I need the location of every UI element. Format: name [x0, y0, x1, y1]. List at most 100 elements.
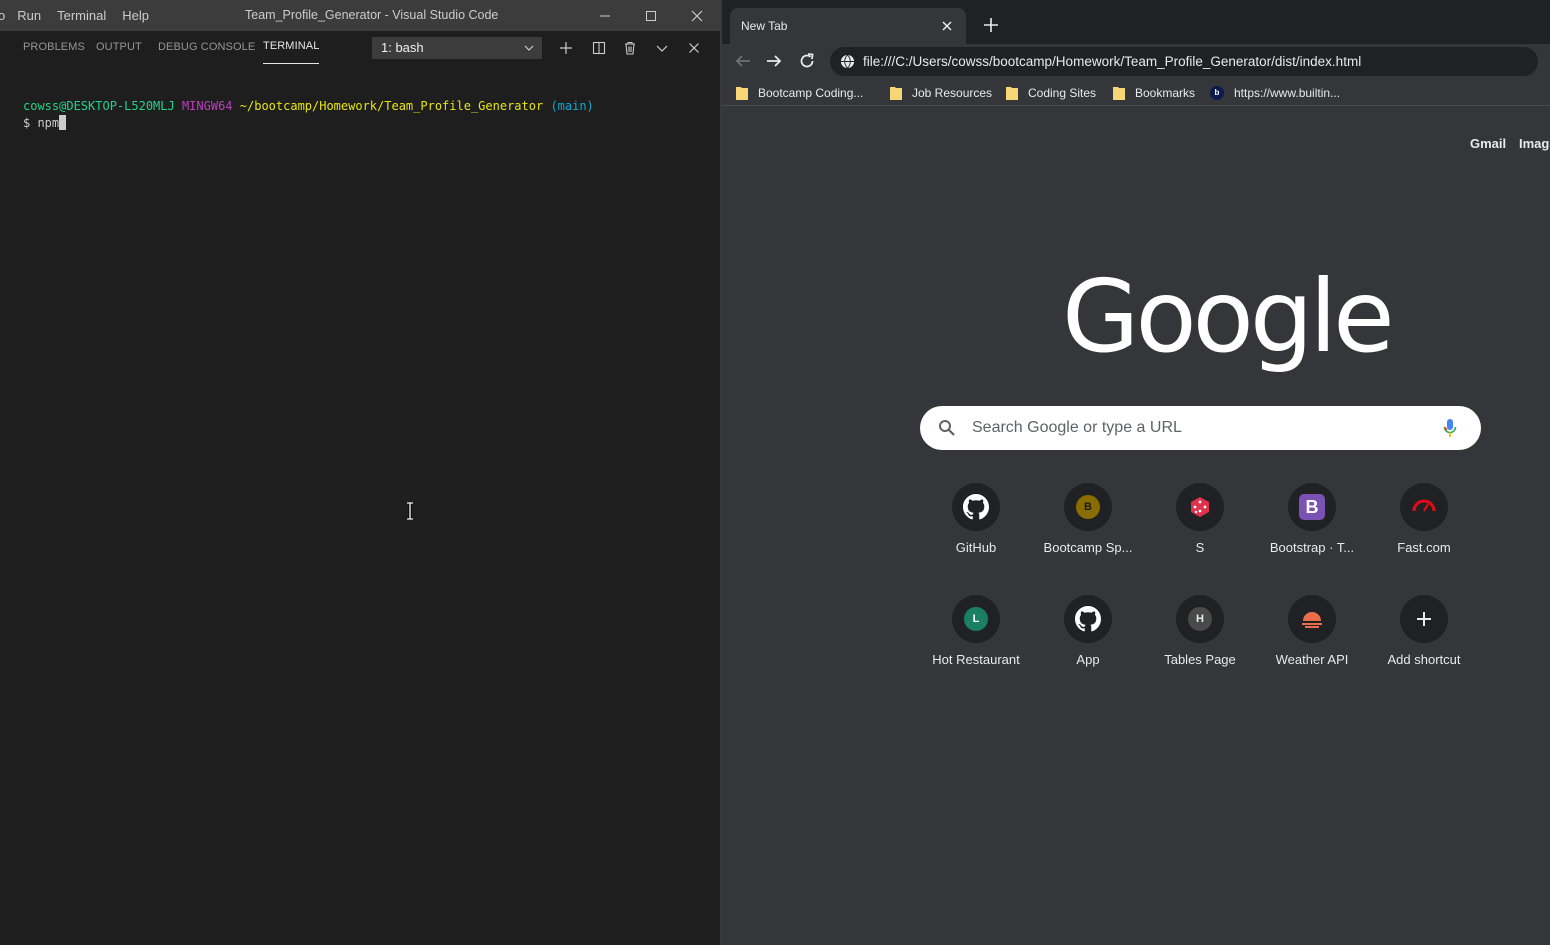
shortcut-label: GitHub — [955, 540, 997, 555]
close-panel-button[interactable] — [683, 37, 705, 59]
bookmark-label: https://www.builtin... — [1234, 86, 1341, 100]
bookmarks-bar: Bootcamp Coding... Job Resources Coding … — [722, 80, 1550, 106]
chevron-down-icon — [656, 45, 668, 52]
split-terminal-button[interactable] — [588, 37, 610, 59]
browser-toolbar: file:///C:/Users/cowss/bootcamp/Homework… — [722, 44, 1550, 78]
shortcut-icon-circle — [1176, 483, 1224, 531]
terminal-area[interactable]: cowss@DESKTOP-L520MLJ MINGW64 ~/bootcamp… — [0, 66, 720, 945]
gmail-link[interactable]: Gmail — [1470, 136, 1506, 151]
tab-title: New Tab — [741, 19, 788, 33]
terminal-path: ~/bootcamp/Homework/Team_Profile_Generat… — [239, 99, 544, 113]
globe-icon — [840, 54, 855, 69]
bookmark-label: Job Resources — [912, 86, 993, 100]
bookmark-label: Coding Sites — [1028, 86, 1097, 100]
back-icon[interactable] — [734, 52, 752, 70]
letter-l-icon: L — [964, 607, 988, 631]
bookmark-builtin[interactable]: b https://www.builtin... — [1210, 84, 1340, 102]
close-window-button[interactable] — [674, 0, 720, 31]
terminal-prompt-symbol: $ — [23, 116, 38, 130]
kill-terminal-button[interactable] — [619, 37, 641, 59]
bookmark-label: Bootcamp Coding... — [758, 86, 864, 100]
images-link[interactable]: Image — [1519, 136, 1550, 151]
shortcut-icon-circle — [952, 483, 1000, 531]
terminal-cursor — [59, 115, 67, 130]
tab-strip: New Tab — [722, 0, 1550, 44]
terminal-branch: (main) — [550, 99, 594, 113]
terminal-select[interactable]: 1: bash — [372, 37, 542, 59]
terminal-command-line: $ npm — [23, 115, 67, 131]
bookmark-bookmarks[interactable]: Bookmarks — [1113, 84, 1195, 102]
shortcut-tables-page[interactable]: H Tables Page — [1144, 590, 1256, 702]
microphone-icon[interactable] — [1443, 418, 1457, 438]
forward-icon[interactable] — [765, 52, 783, 70]
shortcut-icon-circle: B — [1064, 483, 1112, 531]
gauge-icon — [1412, 499, 1436, 512]
folder-icon — [890, 86, 902, 100]
dice-icon — [1191, 497, 1209, 517]
shortcut-label: Fast.com — [1397, 540, 1451, 555]
tab-debug-console[interactable]: DEBUG CONSOLE — [158, 31, 255, 66]
close-tab-icon[interactable] — [940, 19, 954, 33]
add-shortcut-button[interactable]: Add shortcut — [1368, 590, 1480, 702]
folder-icon — [1006, 86, 1018, 100]
shortcut-icon-circle: H — [1176, 595, 1224, 643]
chevron-down-icon — [524, 45, 534, 51]
shortcut-bootcamp[interactable]: B Bootcamp Sp... — [1032, 478, 1144, 590]
shortcut-label: Bootcamp Sp... — [1043, 540, 1133, 555]
bookmark-label: Bookmarks — [1135, 86, 1196, 100]
terminal-select-value: 1: bash — [381, 40, 424, 55]
menu-item-run[interactable]: Run — [9, 8, 49, 23]
window-title: Team_Profile_Generator - Visual Studio C… — [245, 8, 499, 22]
trash-icon — [625, 41, 635, 55]
shortcut-github[interactable]: GitHub — [920, 478, 1032, 590]
terminal-env: MINGW64 — [181, 99, 233, 113]
letter-b-icon: B — [1076, 495, 1100, 519]
bookmark-coding-sites[interactable]: Coding Sites — [1006, 84, 1096, 102]
builtin-favicon: b — [1210, 86, 1224, 100]
search-icon — [939, 420, 955, 436]
new-terminal-button[interactable] — [555, 37, 577, 59]
shortcut-fast[interactable]: Fast.com — [1368, 478, 1480, 590]
close-icon — [689, 43, 699, 53]
plus-icon — [560, 42, 572, 54]
maximize-icon — [646, 10, 656, 21]
shortcut-weather-api[interactable]: Weather API — [1256, 590, 1368, 702]
split-icon — [592, 41, 606, 55]
tab-terminal[interactable]: TERMINAL — [263, 33, 320, 64]
menu-item-help[interactable]: Help — [114, 8, 157, 23]
close-icon — [691, 10, 703, 21]
new-tab-icon[interactable] — [982, 16, 1000, 34]
menu-item-terminal[interactable]: Terminal — [49, 8, 114, 23]
tab-output[interactable]: OUTPUT — [96, 31, 142, 66]
github-icon — [963, 494, 989, 520]
menu-item-go[interactable]: o — [0, 8, 9, 23]
terminal-user-host: cowss@DESKTOP-L520MLJ — [23, 99, 175, 113]
shortcut-icon-circle: B — [1288, 483, 1336, 531]
folder-icon — [1113, 86, 1125, 100]
tab-problems[interactable]: PROBLEMS — [23, 31, 85, 66]
panel-header: PROBLEMS OUTPUT DEBUG CONSOLE TERMINAL — [0, 31, 720, 66]
shortcut-bootstrap[interactable]: B Bootstrap · T... — [1256, 478, 1368, 590]
terminal-prompt-line: cowss@DESKTOP-L520MLJ MINGW64 ~/bootcamp… — [23, 98, 594, 114]
shortcut-icon-circle — [1288, 595, 1336, 643]
shortcut-s[interactable]: S — [1144, 478, 1256, 590]
weather-icon — [1302, 612, 1322, 628]
search-box[interactable] — [920, 406, 1481, 450]
minimize-button[interactable] — [582, 0, 628, 31]
bookmark-bootcamp-coding[interactable]: Bootcamp Coding... — [736, 84, 863, 102]
bookmark-job-resources[interactable]: Job Resources — [890, 84, 992, 102]
reload-icon[interactable] — [798, 52, 816, 70]
shortcut-label: S — [1195, 540, 1205, 555]
terminal-command: npm — [37, 116, 60, 130]
bootstrap-icon: B — [1299, 494, 1325, 520]
maximize-button[interactable] — [628, 0, 674, 31]
maximize-panel-button[interactable] — [651, 37, 673, 59]
browser-tab[interactable]: New Tab — [730, 8, 966, 44]
address-bar[interactable]: file:///C:/Users/cowss/bootcamp/Homework… — [830, 47, 1538, 76]
shortcut-hot-restaurant[interactable]: L Hot Restaurant — [920, 590, 1032, 702]
shortcut-icon-circle: L — [952, 595, 1000, 643]
shortcut-app[interactable]: App — [1032, 590, 1144, 702]
chrome-window: New Tab file:///C:/Users/cowss/bootcamp/… — [722, 0, 1550, 945]
search-input[interactable] — [972, 406, 1422, 450]
shortcut-label: Bootstrap · T... — [1269, 540, 1355, 555]
